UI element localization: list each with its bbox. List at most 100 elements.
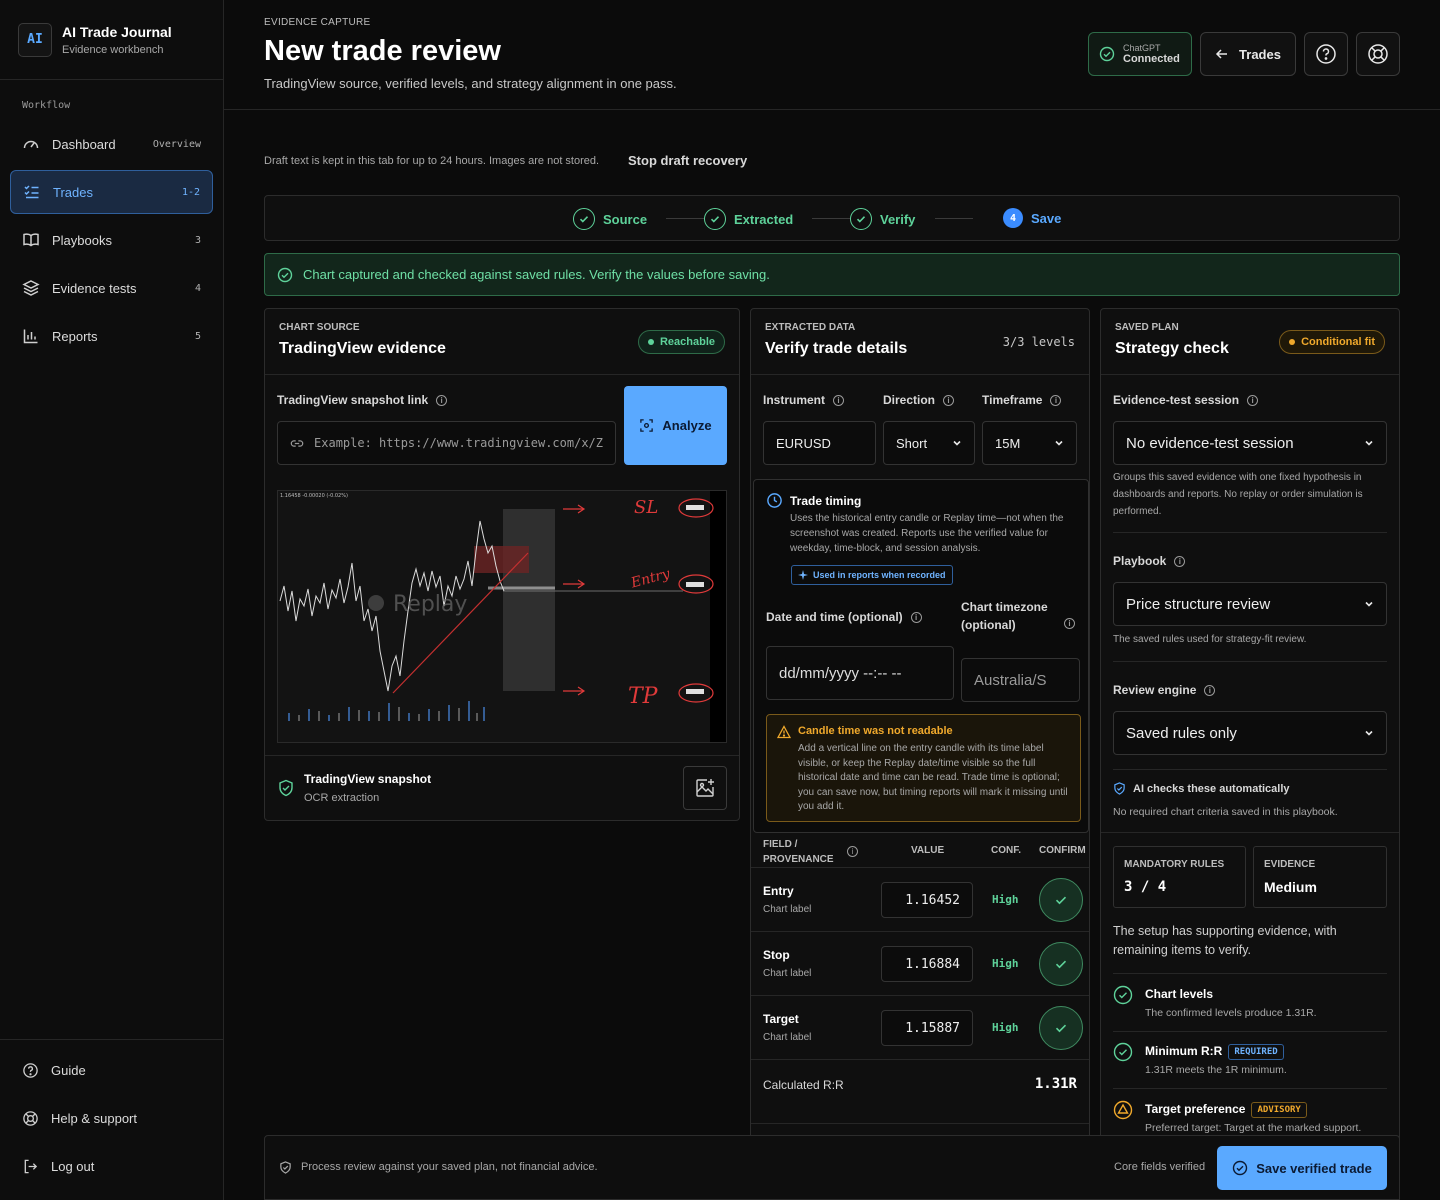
- check-title: Minimum R:R REQUIRED: [1145, 1044, 1284, 1060]
- check-circle-icon: [1113, 985, 1133, 1005]
- trades-button-label: Trades: [1239, 46, 1281, 62]
- divider: [1113, 1031, 1387, 1032]
- row-provenance: Chart label: [763, 904, 812, 915]
- shield-icon: [280, 1161, 291, 1174]
- sl-annotation: SL: [634, 497, 658, 518]
- date-placeholder: dd/mm/yyyy --:-- --: [779, 664, 902, 682]
- divider: [1113, 1088, 1387, 1089]
- entry-value-input[interactable]: 1.16452: [881, 882, 973, 918]
- table-row-target: Target Chart label 1.15887 High: [751, 995, 1089, 1059]
- row-confidence: High: [992, 893, 1019, 906]
- support-button[interactable]: [1356, 32, 1400, 76]
- sidebar-item-reports[interactable]: Reports 5: [10, 314, 213, 358]
- instrument-value: EURUSD: [776, 435, 831, 451]
- sidebar-item-evidence-tests[interactable]: Evidence tests 4: [10, 266, 213, 310]
- rr-value: 1.31R: [1034, 1076, 1077, 1092]
- card-title: Verify trade details: [765, 340, 908, 357]
- tp-annotation: TP: [628, 684, 659, 709]
- stop-draft-recovery-button[interactable]: Stop draft recovery: [628, 153, 747, 168]
- snapshot-subtitle: OCR extraction: [304, 792, 380, 804]
- timing-description: Uses the historical entry candle or Repl…: [790, 513, 1064, 554]
- card-header: EXTRACTED DATA Verify trade details 3/3 …: [751, 309, 1089, 375]
- save-verified-trade-button[interactable]: Save verified trade: [1217, 1146, 1387, 1190]
- check-icon: [573, 208, 595, 230]
- col-field-header: FIELD / PROVENANCE: [763, 839, 834, 865]
- help-support-label: Help & support: [51, 1111, 137, 1126]
- step-verify[interactable]: Verify: [850, 208, 915, 230]
- replace-image-button[interactable]: [683, 766, 727, 810]
- sidebar-item-dashboard[interactable]: Dashboard Overview: [10, 122, 213, 166]
- sidebar-item-playbooks[interactable]: Playbooks 3: [10, 218, 213, 262]
- date-time-input[interactable]: dd/mm/yyyy --:-- --: [766, 646, 954, 700]
- step-connector: [812, 218, 850, 219]
- engine-select[interactable]: Saved rules only: [1113, 711, 1387, 755]
- scan-icon: [640, 419, 654, 432]
- info-icon: i: [1174, 556, 1186, 568]
- status-dot: [647, 339, 654, 345]
- lifebuoy-icon: [23, 1111, 38, 1126]
- help-support-link[interactable]: Help & support: [22, 1110, 137, 1127]
- check-icon: [1055, 960, 1067, 969]
- list-check-icon: [24, 185, 39, 199]
- extracted-data-card: EXTRACTED DATA Verify trade details 3/3 …: [750, 308, 1090, 1200]
- replay-watermark: Replay: [393, 592, 467, 617]
- timezone-input[interactable]: Australia/S: [961, 658, 1080, 702]
- session-select[interactable]: No evidence-test session: [1113, 421, 1387, 465]
- status-dot: [1289, 339, 1296, 345]
- confirm-target-button[interactable]: [1039, 1006, 1083, 1050]
- sidebar-item-meta: 5: [194, 330, 201, 342]
- card-eyebrow: CHART SOURCE: [279, 322, 360, 333]
- sidebar-item-trades[interactable]: Trades 1-2: [10, 170, 213, 214]
- info-icon: i: [1247, 395, 1259, 407]
- step-source[interactable]: Source: [573, 208, 647, 230]
- alert-text: Chart captured and checked against saved…: [303, 267, 770, 282]
- timeframe-select[interactable]: 15M: [982, 421, 1077, 465]
- guide-link[interactable]: Guide: [22, 1062, 86, 1079]
- step-number: 4: [1003, 208, 1023, 228]
- step-label: Save: [1031, 210, 1062, 226]
- row-field: Entry: [763, 884, 794, 898]
- shield-check-icon: [279, 779, 293, 797]
- warning-title: Candle time was not readable: [798, 725, 953, 737]
- card-header: SAVED PLAN Strategy check Conditional fi…: [1101, 309, 1399, 375]
- warning-icon: [1113, 1100, 1133, 1120]
- analyze-button[interactable]: Analyze: [624, 386, 727, 465]
- lifebuoy-icon: [1368, 44, 1388, 64]
- fit-summary: The setup has supporting evidence, with …: [1113, 924, 1337, 957]
- chevron-down-icon: [1365, 440, 1373, 446]
- row-provenance: Chart label: [763, 968, 812, 979]
- badge-label: Reachable: [659, 336, 715, 348]
- save-button-label: Save verified trade: [1256, 1160, 1372, 1176]
- chatgpt-status-button[interactable]: ChatGPT Connected: [1088, 32, 1192, 76]
- check-icon: [1055, 896, 1067, 905]
- logout-link[interactable]: Log out: [22, 1158, 94, 1175]
- step-save[interactable]: 4 Save: [1003, 208, 1061, 228]
- step-label: Verify: [880, 211, 916, 227]
- confirm-stop-button[interactable]: [1039, 942, 1083, 986]
- playbook-select[interactable]: Price structure review: [1113, 582, 1387, 626]
- row-field: Stop: [763, 948, 790, 962]
- snapshot-link-input[interactable]: Example: https://www.tradingview.com/x/Z: [277, 421, 616, 465]
- stat-value: 3 / 4: [1124, 879, 1167, 895]
- mandatory-rules-stat: MANDATORY RULES 3 / 4: [1113, 846, 1246, 908]
- confirm-entry-button[interactable]: [1039, 878, 1083, 922]
- instrument-input[interactable]: EURUSD: [763, 421, 876, 465]
- step-extracted[interactable]: Extracted: [704, 208, 793, 230]
- trades-back-button[interactable]: Trades: [1200, 32, 1296, 76]
- session-help: Groups this saved evidence with one fixe…: [1113, 472, 1363, 517]
- stop-value-input[interactable]: 1.16884: [881, 946, 973, 982]
- sidebar-item-label: Reports: [52, 328, 98, 344]
- saved-plan-card: SAVED PLAN Strategy check Conditional fi…: [1100, 308, 1400, 1200]
- stat-label: MANDATORY RULES: [1124, 859, 1225, 870]
- playbook-help: The saved rules used for strategy-fit re…: [1113, 634, 1307, 645]
- timeframe-label: Timeframe i: [982, 393, 1062, 407]
- help-button[interactable]: [1304, 32, 1348, 76]
- timezone-value: Australia/S: [974, 671, 1047, 689]
- main: EVIDENCE CAPTURE New trade review Tradin…: [224, 0, 1440, 1200]
- row-field: Target: [763, 1012, 799, 1026]
- arrow-left-icon: [1215, 49, 1228, 59]
- levels-count: 3/3 levels: [1002, 335, 1075, 349]
- direction-select[interactable]: Short: [883, 421, 975, 465]
- target-value-input[interactable]: 1.15887: [881, 1010, 973, 1046]
- ai-checks-text: No required chart criteria saved in this…: [1113, 806, 1338, 818]
